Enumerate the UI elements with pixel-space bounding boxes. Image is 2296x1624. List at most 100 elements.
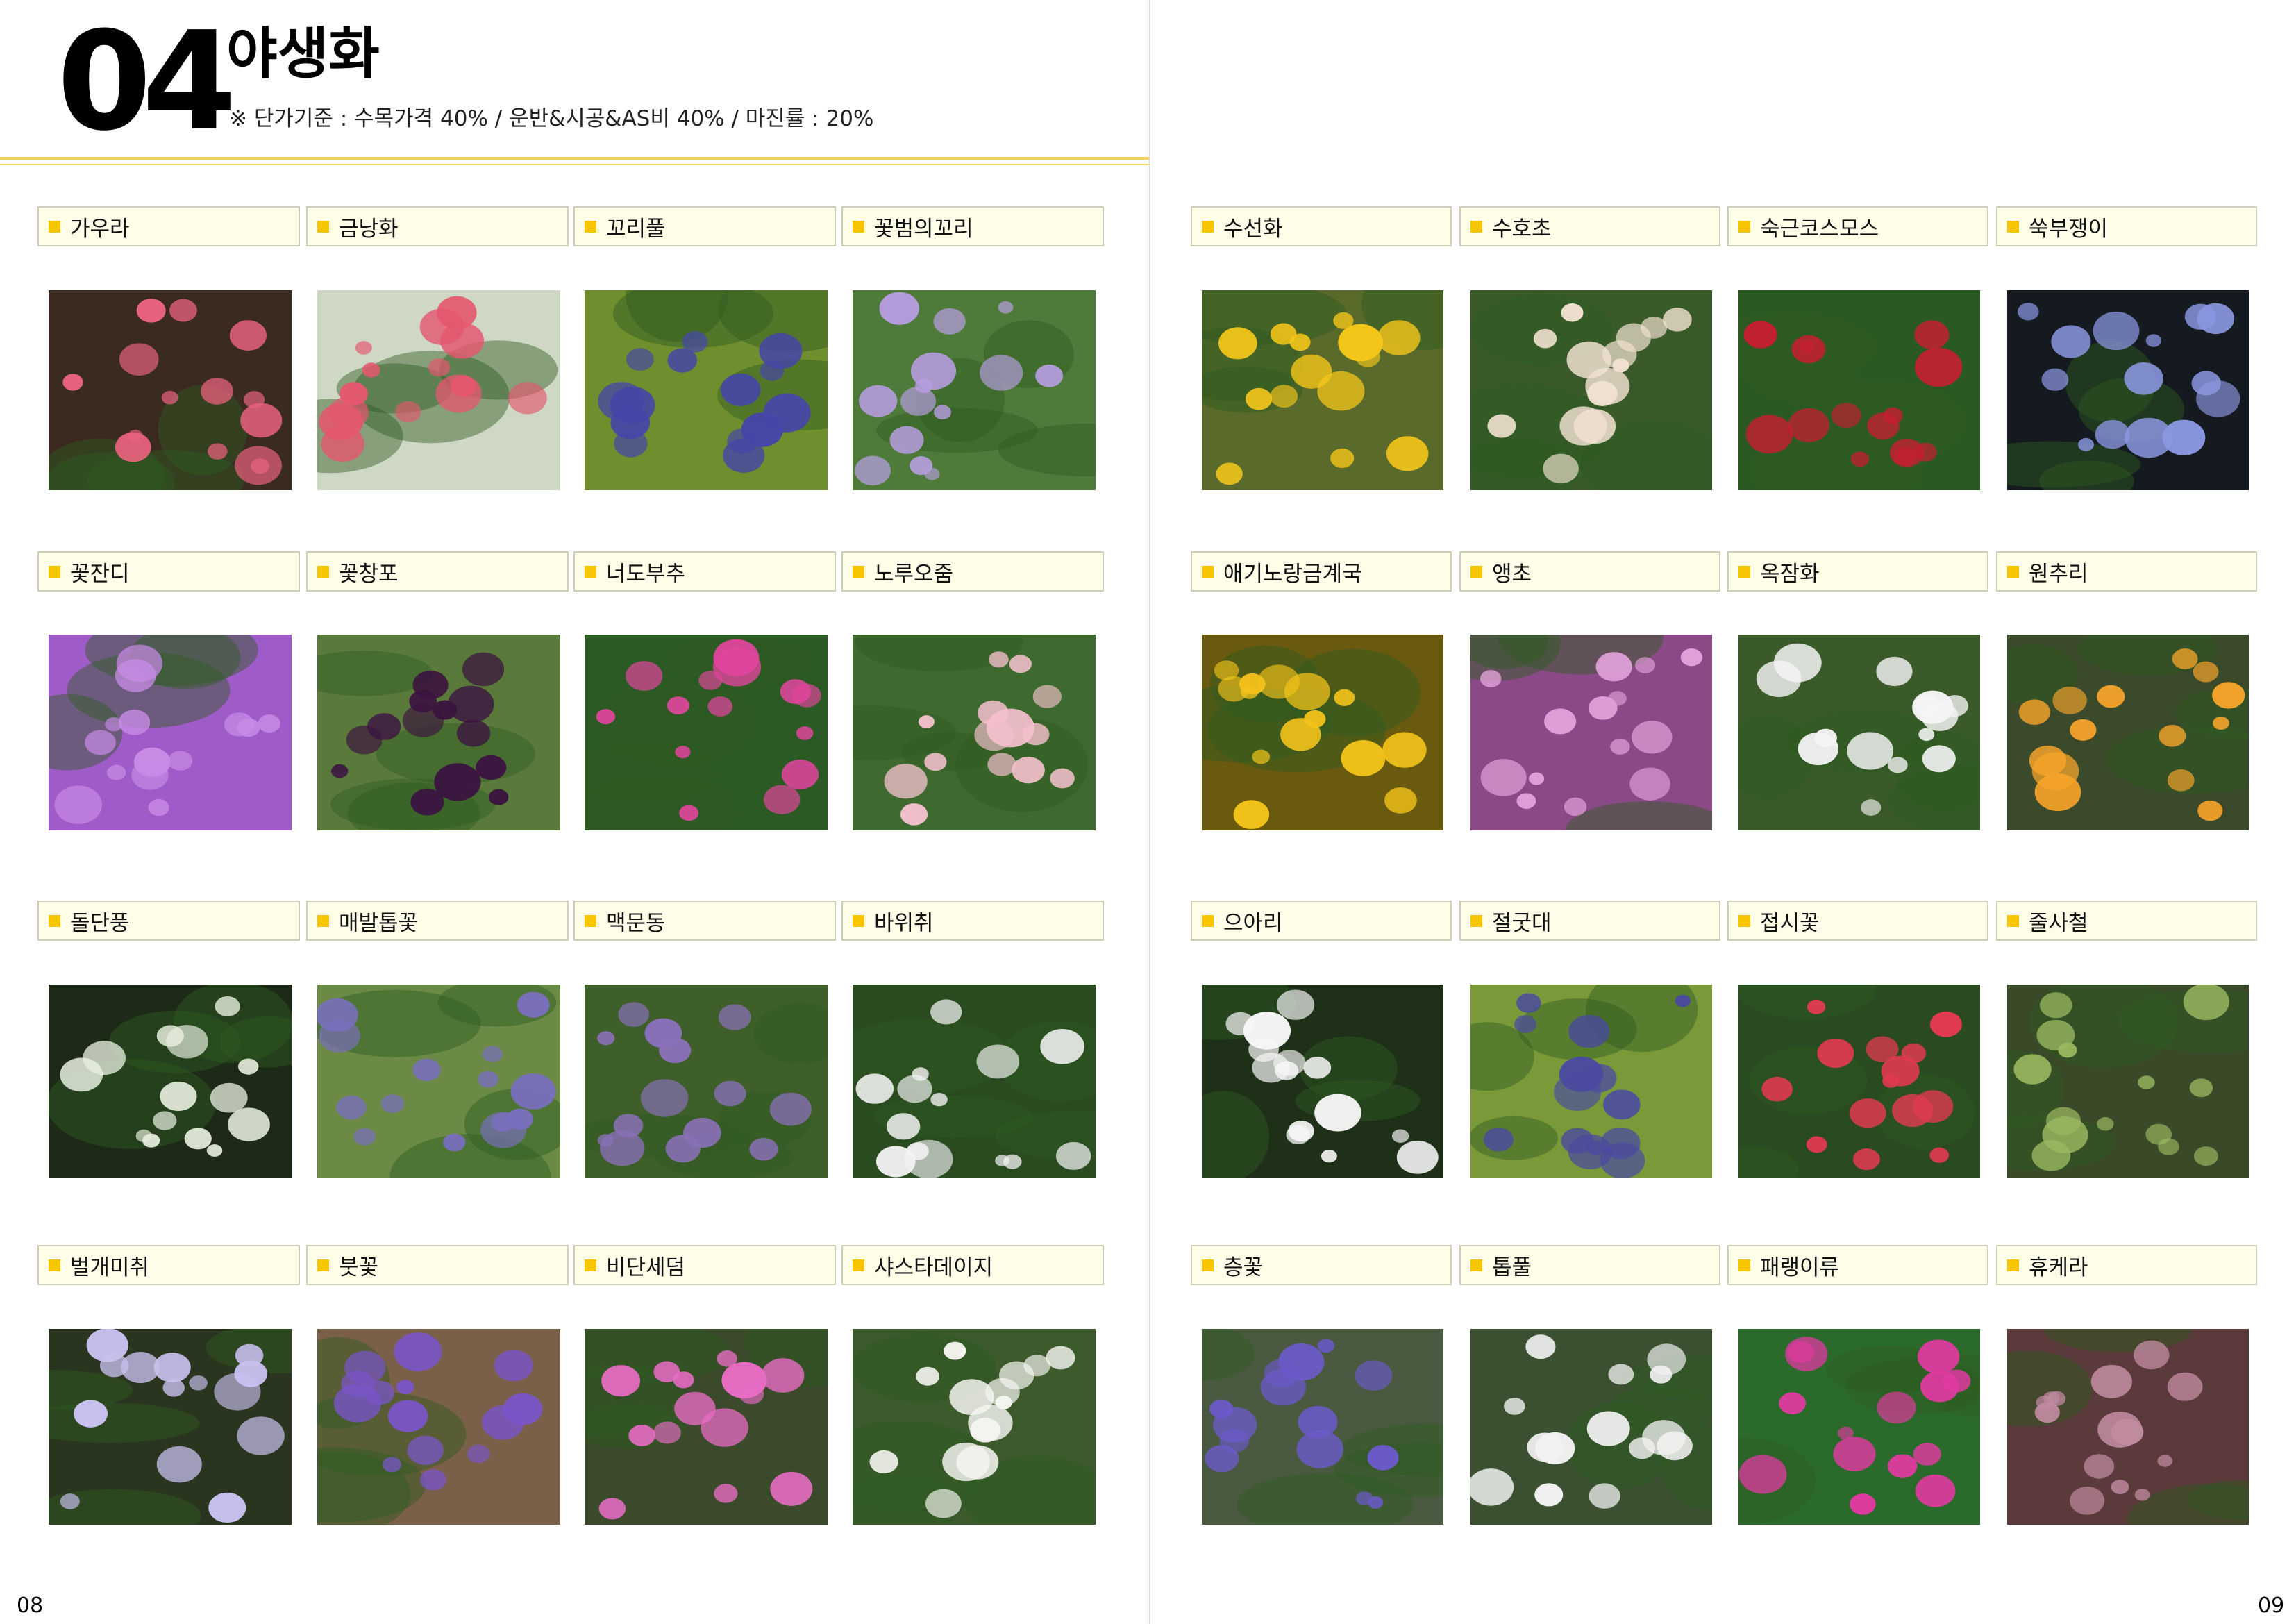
plant-label: 맥문동: [573, 901, 836, 941]
plant-name: 붓꽃: [339, 1255, 379, 1280]
plant-name: 줄사철: [2029, 910, 2088, 936]
price-basis-note: ※ 단가기준 : 수목가격 40% / 운반&시공&AS비 40% / 마진률 …: [229, 106, 874, 131]
plant-photo: [49, 1329, 292, 1525]
bullet-icon: [585, 220, 596, 233]
bullet-icon: [317, 1259, 329, 1271]
plant-name: 샤스타데이지: [874, 1255, 994, 1280]
plant-photo: [2007, 1329, 2249, 1525]
plant-name: 앵초: [1492, 561, 1532, 587]
plant-name: 꽃창포: [339, 561, 399, 587]
plant-name: 매발톱꽃: [339, 910, 419, 936]
bullet-icon: [1202, 914, 1214, 927]
plant-photo: [317, 985, 560, 1178]
plant-name: 꽃범의꼬리: [874, 216, 973, 242]
plant-photo: [1202, 635, 1443, 830]
plant-photo: [2007, 985, 2249, 1178]
plant-photo: [317, 635, 560, 830]
plant-photo: [1202, 1329, 1443, 1525]
plant-name: 너도부추: [606, 561, 686, 587]
plant-label: 패랭이류: [1727, 1245, 1988, 1285]
plant-photo: [1470, 1329, 1712, 1525]
plant-name: 원추리: [2029, 561, 2088, 587]
plant-photo: [317, 1329, 560, 1525]
chapter-title: 야생화: [226, 22, 380, 86]
plant-label: 꼬리풀: [573, 206, 836, 246]
bullet-icon: [1470, 1259, 1482, 1271]
bullet-icon: [1470, 565, 1482, 578]
plant-name: 수호초: [1492, 216, 1552, 242]
plant-photo: [2007, 635, 2249, 830]
bullet-icon: [585, 1259, 596, 1271]
plant-label: 절굿대: [1459, 901, 1720, 941]
plant-name: 돌단풍: [70, 910, 130, 936]
bullet-icon: [49, 914, 60, 927]
plant-label: 비단세덤: [573, 1245, 836, 1285]
plant-label: 꽃잔디: [37, 551, 300, 592]
plant-label: 수호초: [1459, 206, 1720, 246]
bullet-icon: [1202, 1259, 1214, 1271]
bullet-icon: [585, 914, 596, 927]
plant-label: 꽃범의꼬리: [841, 206, 1104, 246]
plant-photo: [2007, 290, 2249, 490]
plant-name: 금낭화: [339, 216, 399, 242]
plant-photo: [1738, 985, 1980, 1178]
plant-label: 애기노랑금계국: [1191, 551, 1452, 592]
plant-label: 너도부추: [573, 551, 836, 592]
plant-label: 휴케라: [1996, 1245, 2257, 1285]
bullet-icon: [1738, 220, 1750, 233]
page-number-left: 08: [17, 1593, 44, 1618]
plant-name: 꽃잔디: [70, 561, 130, 587]
plant-name: 패랭이류: [1760, 1255, 1840, 1280]
plant-name: 비단세덤: [606, 1255, 686, 1280]
plant-name: 맥문동: [606, 910, 666, 936]
plant-label: 바위취: [841, 901, 1104, 941]
plant-photo: [1202, 290, 1443, 490]
plant-photo: [585, 985, 828, 1178]
bullet-icon: [317, 220, 329, 233]
bullet-icon: [1738, 914, 1750, 927]
plant-label: 톱풀: [1459, 1245, 1720, 1285]
plant-label: 샤스타데이지: [841, 1245, 1104, 1285]
plant-label: 접시꽃: [1727, 901, 1988, 941]
header-rule-thin: [0, 164, 1150, 165]
bullet-icon: [1202, 565, 1214, 578]
bullet-icon: [853, 1259, 864, 1271]
plant-name: 벌개미취: [70, 1255, 150, 1280]
plant-name: 수선화: [1223, 216, 1283, 242]
bullet-icon: [2007, 220, 2019, 233]
plant-name: 가우라: [70, 216, 130, 242]
plant-photo: [317, 290, 560, 490]
plant-name: 애기노랑금계국: [1223, 561, 1362, 587]
plant-label: 붓꽃: [306, 1245, 569, 1285]
page-number-right: 09: [2258, 1593, 2285, 1618]
plant-photo: [853, 635, 1096, 830]
bullet-icon: [2007, 565, 2019, 578]
plant-label: 수선화: [1191, 206, 1452, 246]
plant-photo: [853, 1329, 1096, 1525]
plant-name: 옥잠화: [1760, 561, 1820, 587]
chapter-number: 04: [57, 3, 237, 161]
plant-label: 쑥부쟁이: [1996, 206, 2257, 246]
plant-photo: [585, 1329, 828, 1525]
plant-label: 가우라: [37, 206, 300, 246]
plant-label: 매발톱꽃: [306, 901, 569, 941]
plant-photo: [853, 290, 1096, 490]
plant-photo: [585, 290, 828, 490]
bullet-icon: [1202, 220, 1214, 233]
plant-label: 금낭화: [306, 206, 569, 246]
plant-photo: [49, 985, 292, 1178]
plant-name: 쑥부쟁이: [2029, 216, 2109, 242]
plant-name: 층꽃: [1223, 1255, 1264, 1280]
plant-label: 숙근코스모스: [1727, 206, 1988, 246]
bullet-icon: [2007, 1259, 2019, 1271]
plant-label: 앵초: [1459, 551, 1720, 592]
plant-photo: [585, 635, 828, 830]
bullet-icon: [2007, 914, 2019, 927]
bullet-icon: [1470, 914, 1482, 927]
bullet-icon: [317, 914, 329, 927]
plant-label: 원추리: [1996, 551, 2257, 592]
bullet-icon: [853, 914, 864, 927]
plant-photo: [1202, 985, 1443, 1178]
plant-photo: [853, 985, 1096, 1178]
bullet-icon: [585, 565, 596, 578]
